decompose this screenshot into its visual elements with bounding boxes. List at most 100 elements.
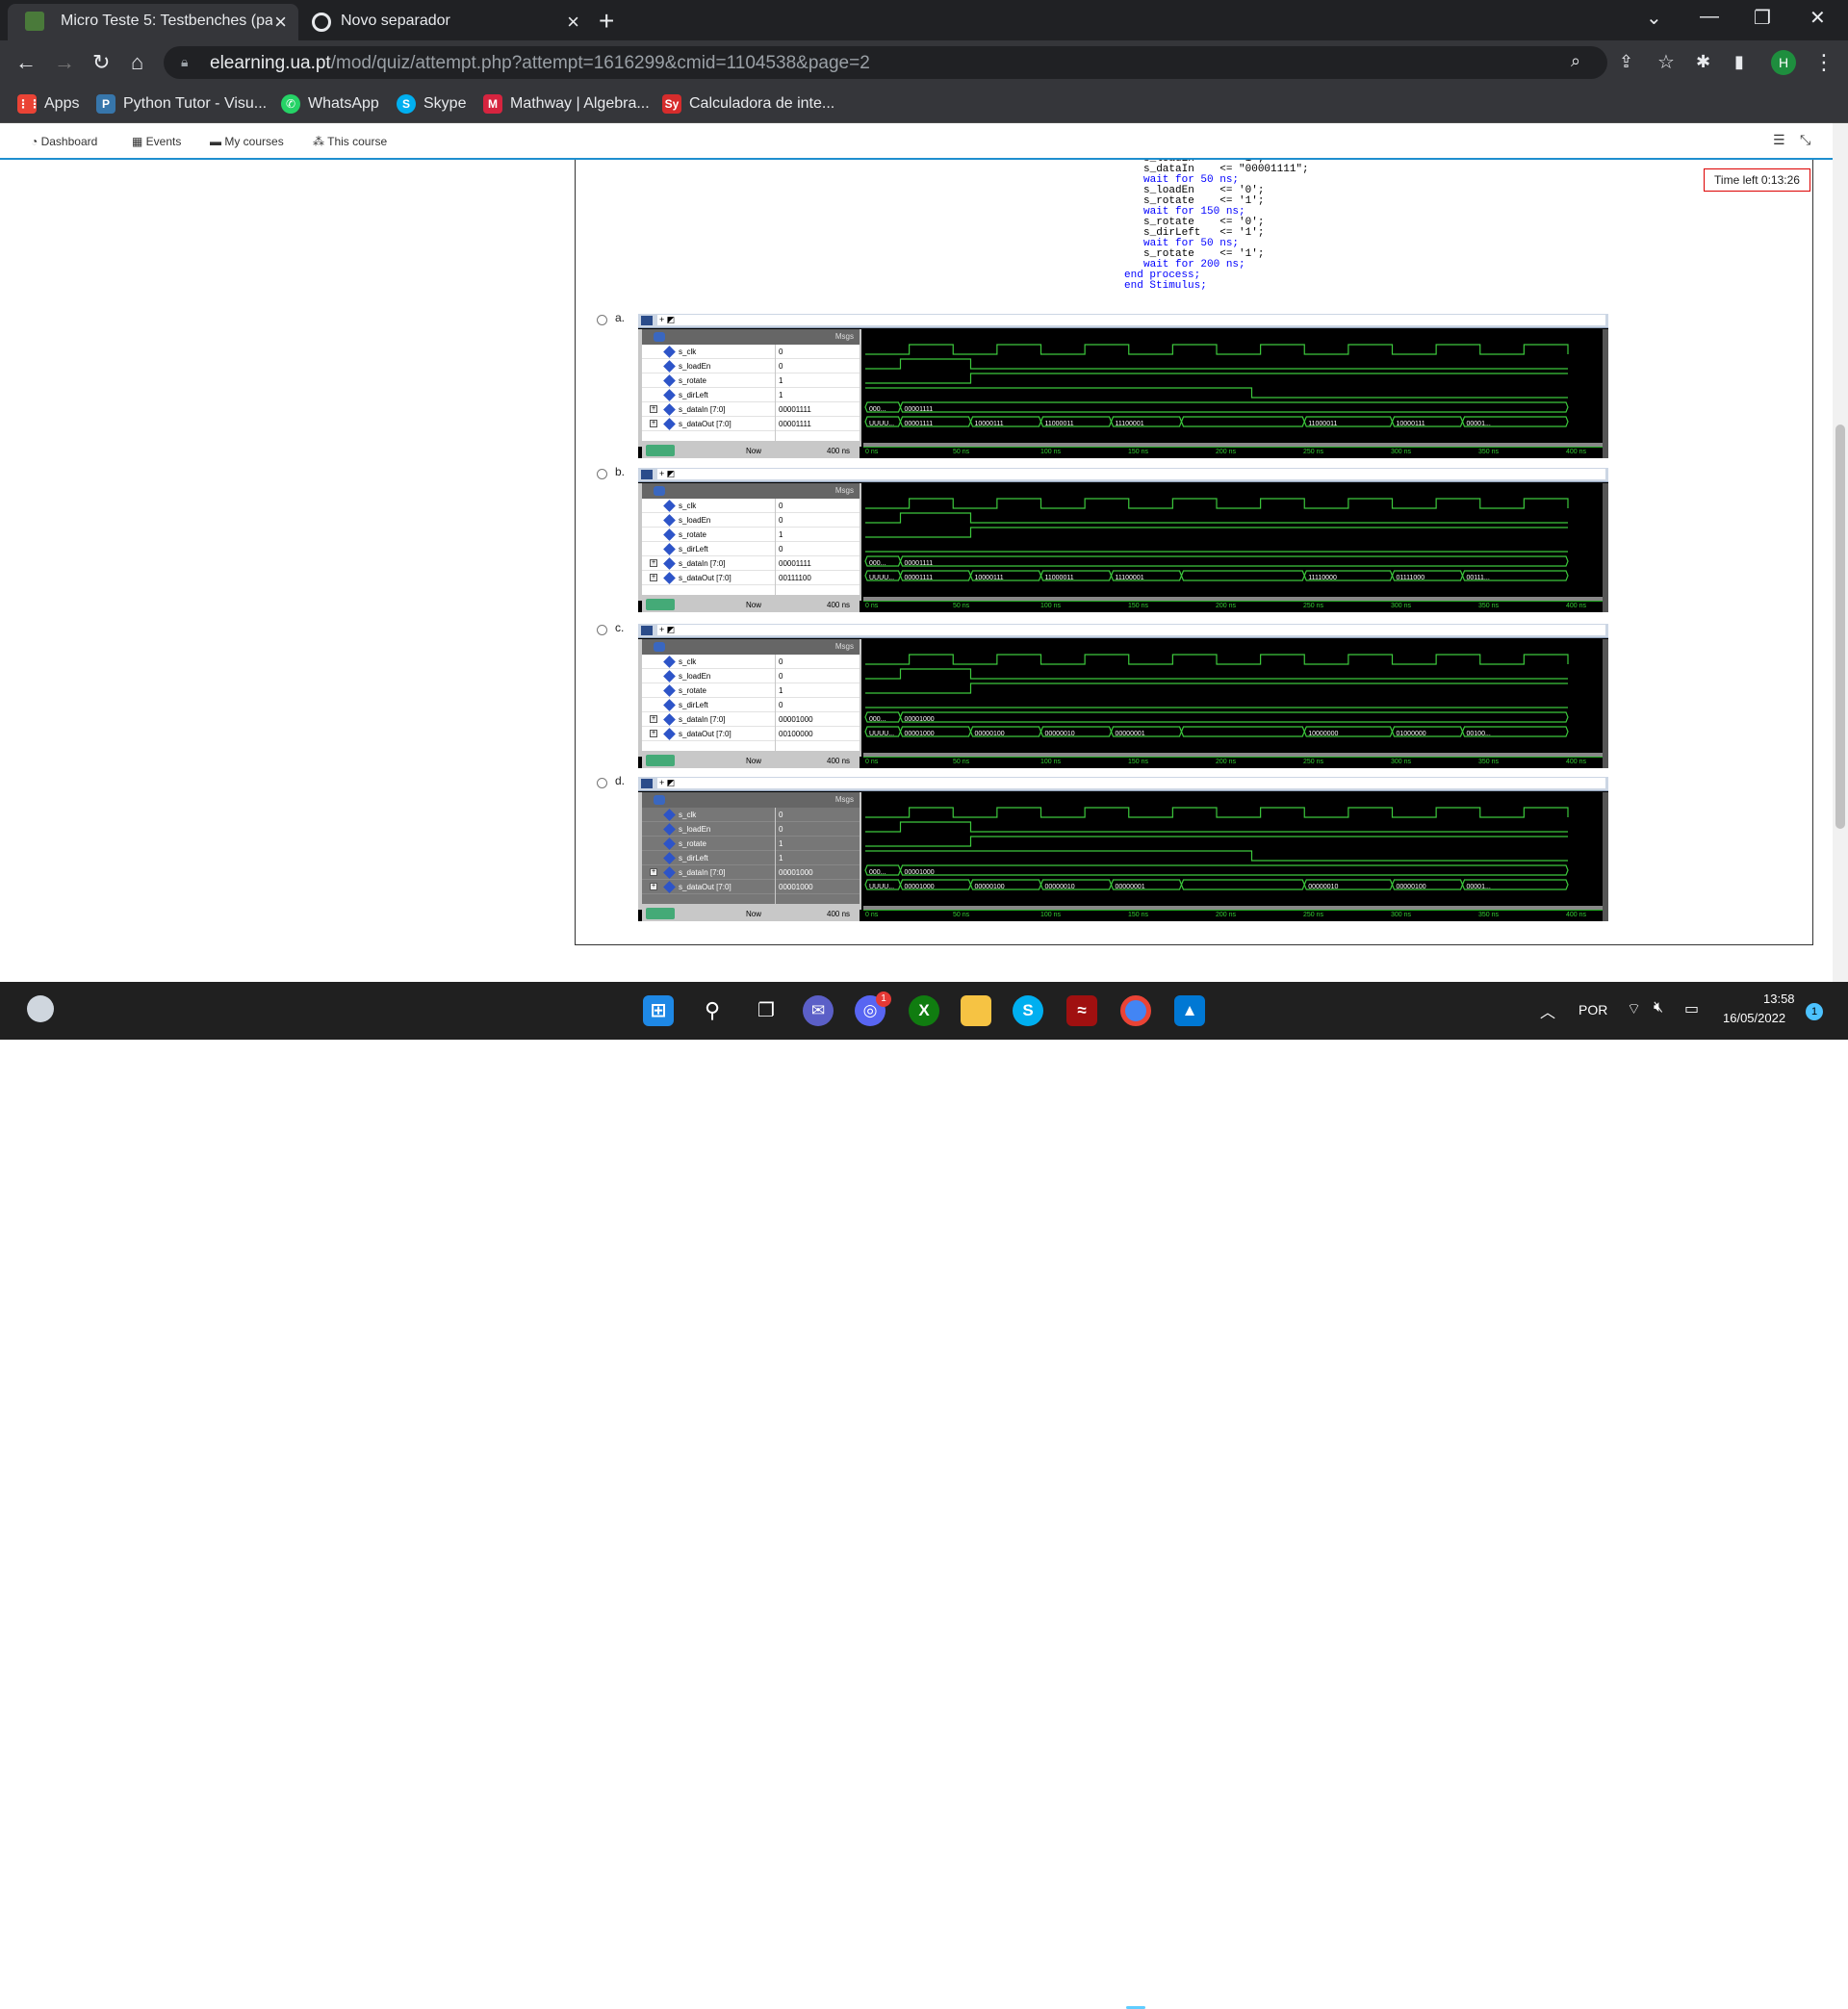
window-buttons-icon[interactable]: + ◩ (657, 778, 1605, 788)
wave-vertical-scroll[interactable] (1603, 792, 1608, 921)
expand-icon[interactable]: + (650, 883, 657, 890)
scrollbar-thumb[interactable] (1835, 425, 1845, 829)
chrome-taskbar-icon[interactable] (1120, 995, 1151, 1026)
reload-icon[interactable]: ↻ (92, 50, 110, 75)
signal-row[interactable]: s_dirLeft (642, 698, 775, 712)
start-icon[interactable]: ⊞ (643, 995, 674, 1026)
expand-icon[interactable]: + (650, 574, 657, 581)
signal-row[interactable]: s_loadEn (642, 822, 775, 837)
search-icon[interactable]: ⚲ (697, 995, 728, 1026)
wave-tools-icon[interactable] (654, 486, 665, 496)
signal-row[interactable]: s_dirLeft (642, 851, 775, 865)
cursor-tools-icon[interactable] (646, 445, 675, 456)
side-panel-icon[interactable]: ▮ (1734, 52, 1744, 72)
address-bar[interactable]: 🔒︎ elearning.ua.pt/mod/quiz/attempt.php?… (164, 46, 1607, 79)
share-icon[interactable]: ⇪ (1619, 52, 1633, 72)
signal-row[interactable]: s_clk (642, 808, 775, 822)
signal-row[interactable]: s_rotate (642, 528, 775, 542)
forward-icon[interactable]: → (54, 50, 75, 75)
cursor-tools-icon[interactable] (646, 908, 675, 919)
signal-row[interactable]: + s_dataIn [7:0] (642, 712, 775, 727)
close-window-icon[interactable]: ✕ (1810, 6, 1826, 30)
file-explorer-icon[interactable] (961, 995, 991, 1026)
bookmark-python-tutor[interactable]: P Python Tutor - Visu... (96, 92, 267, 116)
signal-row[interactable]: s_loadEn (642, 513, 775, 528)
waveform-plot[interactable]: 000... 00001111 UUUU... 00001111 10000111 110… (863, 483, 1603, 597)
modelsim-icon[interactable]: ≈ (1066, 995, 1097, 1026)
signal-row[interactable]: + s_dataOut [7:0] (642, 880, 775, 894)
wave-vertical-scroll[interactable] (1603, 483, 1608, 612)
bookmark-skype[interactable]: S Skype (397, 92, 466, 116)
wave-vertical-scroll[interactable] (1603, 329, 1608, 458)
nav-events[interactable]: ▦ Events (132, 135, 181, 148)
teams-chat-icon[interactable]: ✉ (803, 995, 834, 1026)
option-radio[interactable] (597, 469, 607, 479)
nav-this-course[interactable]: ⁂ This course (313, 135, 387, 148)
list-icon[interactable]: ☰ (1773, 132, 1785, 148)
minimize-icon[interactable]: — (1700, 6, 1719, 28)
signal-row[interactable]: s_loadEn (642, 669, 775, 683)
expand-icon[interactable]: + (650, 868, 657, 876)
clock-date[interactable]: 16/05/2022 (1723, 1011, 1785, 1025)
close-tab-icon[interactable]: × (567, 10, 579, 35)
bookmark-symbolab[interactable]: Sy Calculadora de inte... (662, 92, 834, 116)
expand-icon[interactable]: + (650, 420, 657, 427)
signal-row[interactable]: s_dirLeft (642, 542, 775, 556)
signal-row[interactable]: + s_dataIn [7:0] (642, 556, 775, 571)
signal-row[interactable]: s_rotate (642, 683, 775, 698)
cursor-tools-icon[interactable] (646, 599, 675, 610)
extensions-icon[interactable]: ✱ (1696, 52, 1710, 72)
expand-icon[interactable]: + (650, 730, 657, 737)
task-view-icon[interactable]: ❐ (751, 995, 782, 1026)
option-radio[interactable] (597, 778, 607, 788)
signal-row[interactable]: s_clk (642, 499, 775, 513)
weather-icon[interactable] (27, 995, 54, 1022)
nav-my-courses[interactable]: ▬ My courses (210, 135, 284, 148)
profile-avatar[interactable]: H (1771, 50, 1796, 75)
signal-row[interactable]: s_rotate (642, 837, 775, 851)
expand-icon[interactable]: + (650, 715, 657, 723)
tab-micro-teste[interactable]: Micro Teste 5: Testbenches (page × (8, 4, 298, 40)
tab-novo-separador[interactable]: Novo separador × (300, 4, 591, 40)
bookmark-star-icon[interactable]: ☆ (1657, 50, 1675, 74)
wave-vertical-scroll[interactable] (1603, 639, 1608, 768)
signal-row[interactable]: s_rotate (642, 373, 775, 388)
battery-icon[interactable]: ▭ (1684, 999, 1699, 1018)
clock-time[interactable]: 13:58 (1763, 992, 1795, 1006)
window-buttons-icon[interactable]: + ◩ (657, 625, 1605, 635)
zoom-icon[interactable]: ⌕ (1571, 51, 1580, 71)
signal-row[interactable]: + s_dataIn [7:0] (642, 865, 775, 880)
notification-badge[interactable]: 1 (1806, 1003, 1823, 1020)
close-tab-icon[interactable]: × (274, 10, 287, 35)
new-tab-icon[interactable]: + (599, 6, 614, 37)
input-language[interactable]: POR (1578, 1002, 1607, 1017)
waveform-plot[interactable]: 000... 00001000 UUUU... 00001000 00000100 000… (863, 792, 1603, 906)
home-icon[interactable]: ⌂ (131, 50, 143, 75)
signal-row[interactable]: s_clk (642, 655, 775, 669)
option-radio[interactable] (597, 315, 607, 325)
waveform-plot[interactable]: 000... 00001111 UUUU... 00001111 10000111 110… (863, 329, 1603, 443)
volume-muted-icon[interactable]: 🔇︎ (1654, 999, 1663, 1017)
back-icon[interactable]: ← (15, 50, 37, 75)
expand-icon[interactable]: + (650, 405, 657, 413)
expand-icon[interactable]: + (650, 559, 657, 567)
signal-row[interactable]: s_clk (642, 345, 775, 359)
wave-tools-icon[interactable] (654, 795, 665, 805)
wave-tools-icon[interactable] (654, 642, 665, 652)
bookmark-apps[interactable]: ⋮⋮ Apps (17, 92, 79, 116)
window-buttons-icon[interactable]: + ◩ (657, 469, 1605, 479)
cursor-tools-icon[interactable] (646, 755, 675, 766)
signal-row[interactable]: + s_dataOut [7:0] (642, 417, 775, 431)
tray-chevron-icon[interactable]: ︿ (1540, 999, 1555, 1022)
skype-taskbar-icon[interactable]: S (1013, 995, 1043, 1026)
signal-row[interactable]: + s_dataOut [7:0] (642, 727, 775, 741)
photos-icon[interactable]: ▲ (1174, 995, 1205, 1026)
signal-row[interactable]: s_dirLeft (642, 388, 775, 402)
waveform-plot[interactable]: 000... 00001000 UUUU... 00001000 00000100 000… (863, 639, 1603, 753)
signal-row[interactable]: s_loadEn (642, 359, 775, 373)
collapse-icon[interactable]: ⤡ (1800, 132, 1810, 148)
tab-search-chevron-icon[interactable]: ⌄ (1646, 6, 1662, 30)
menu-kebab-icon[interactable]: ⋮ (1813, 50, 1835, 75)
page-scrollbar[interactable] (1833, 123, 1848, 982)
signal-row[interactable]: + s_dataOut [7:0] (642, 571, 775, 585)
